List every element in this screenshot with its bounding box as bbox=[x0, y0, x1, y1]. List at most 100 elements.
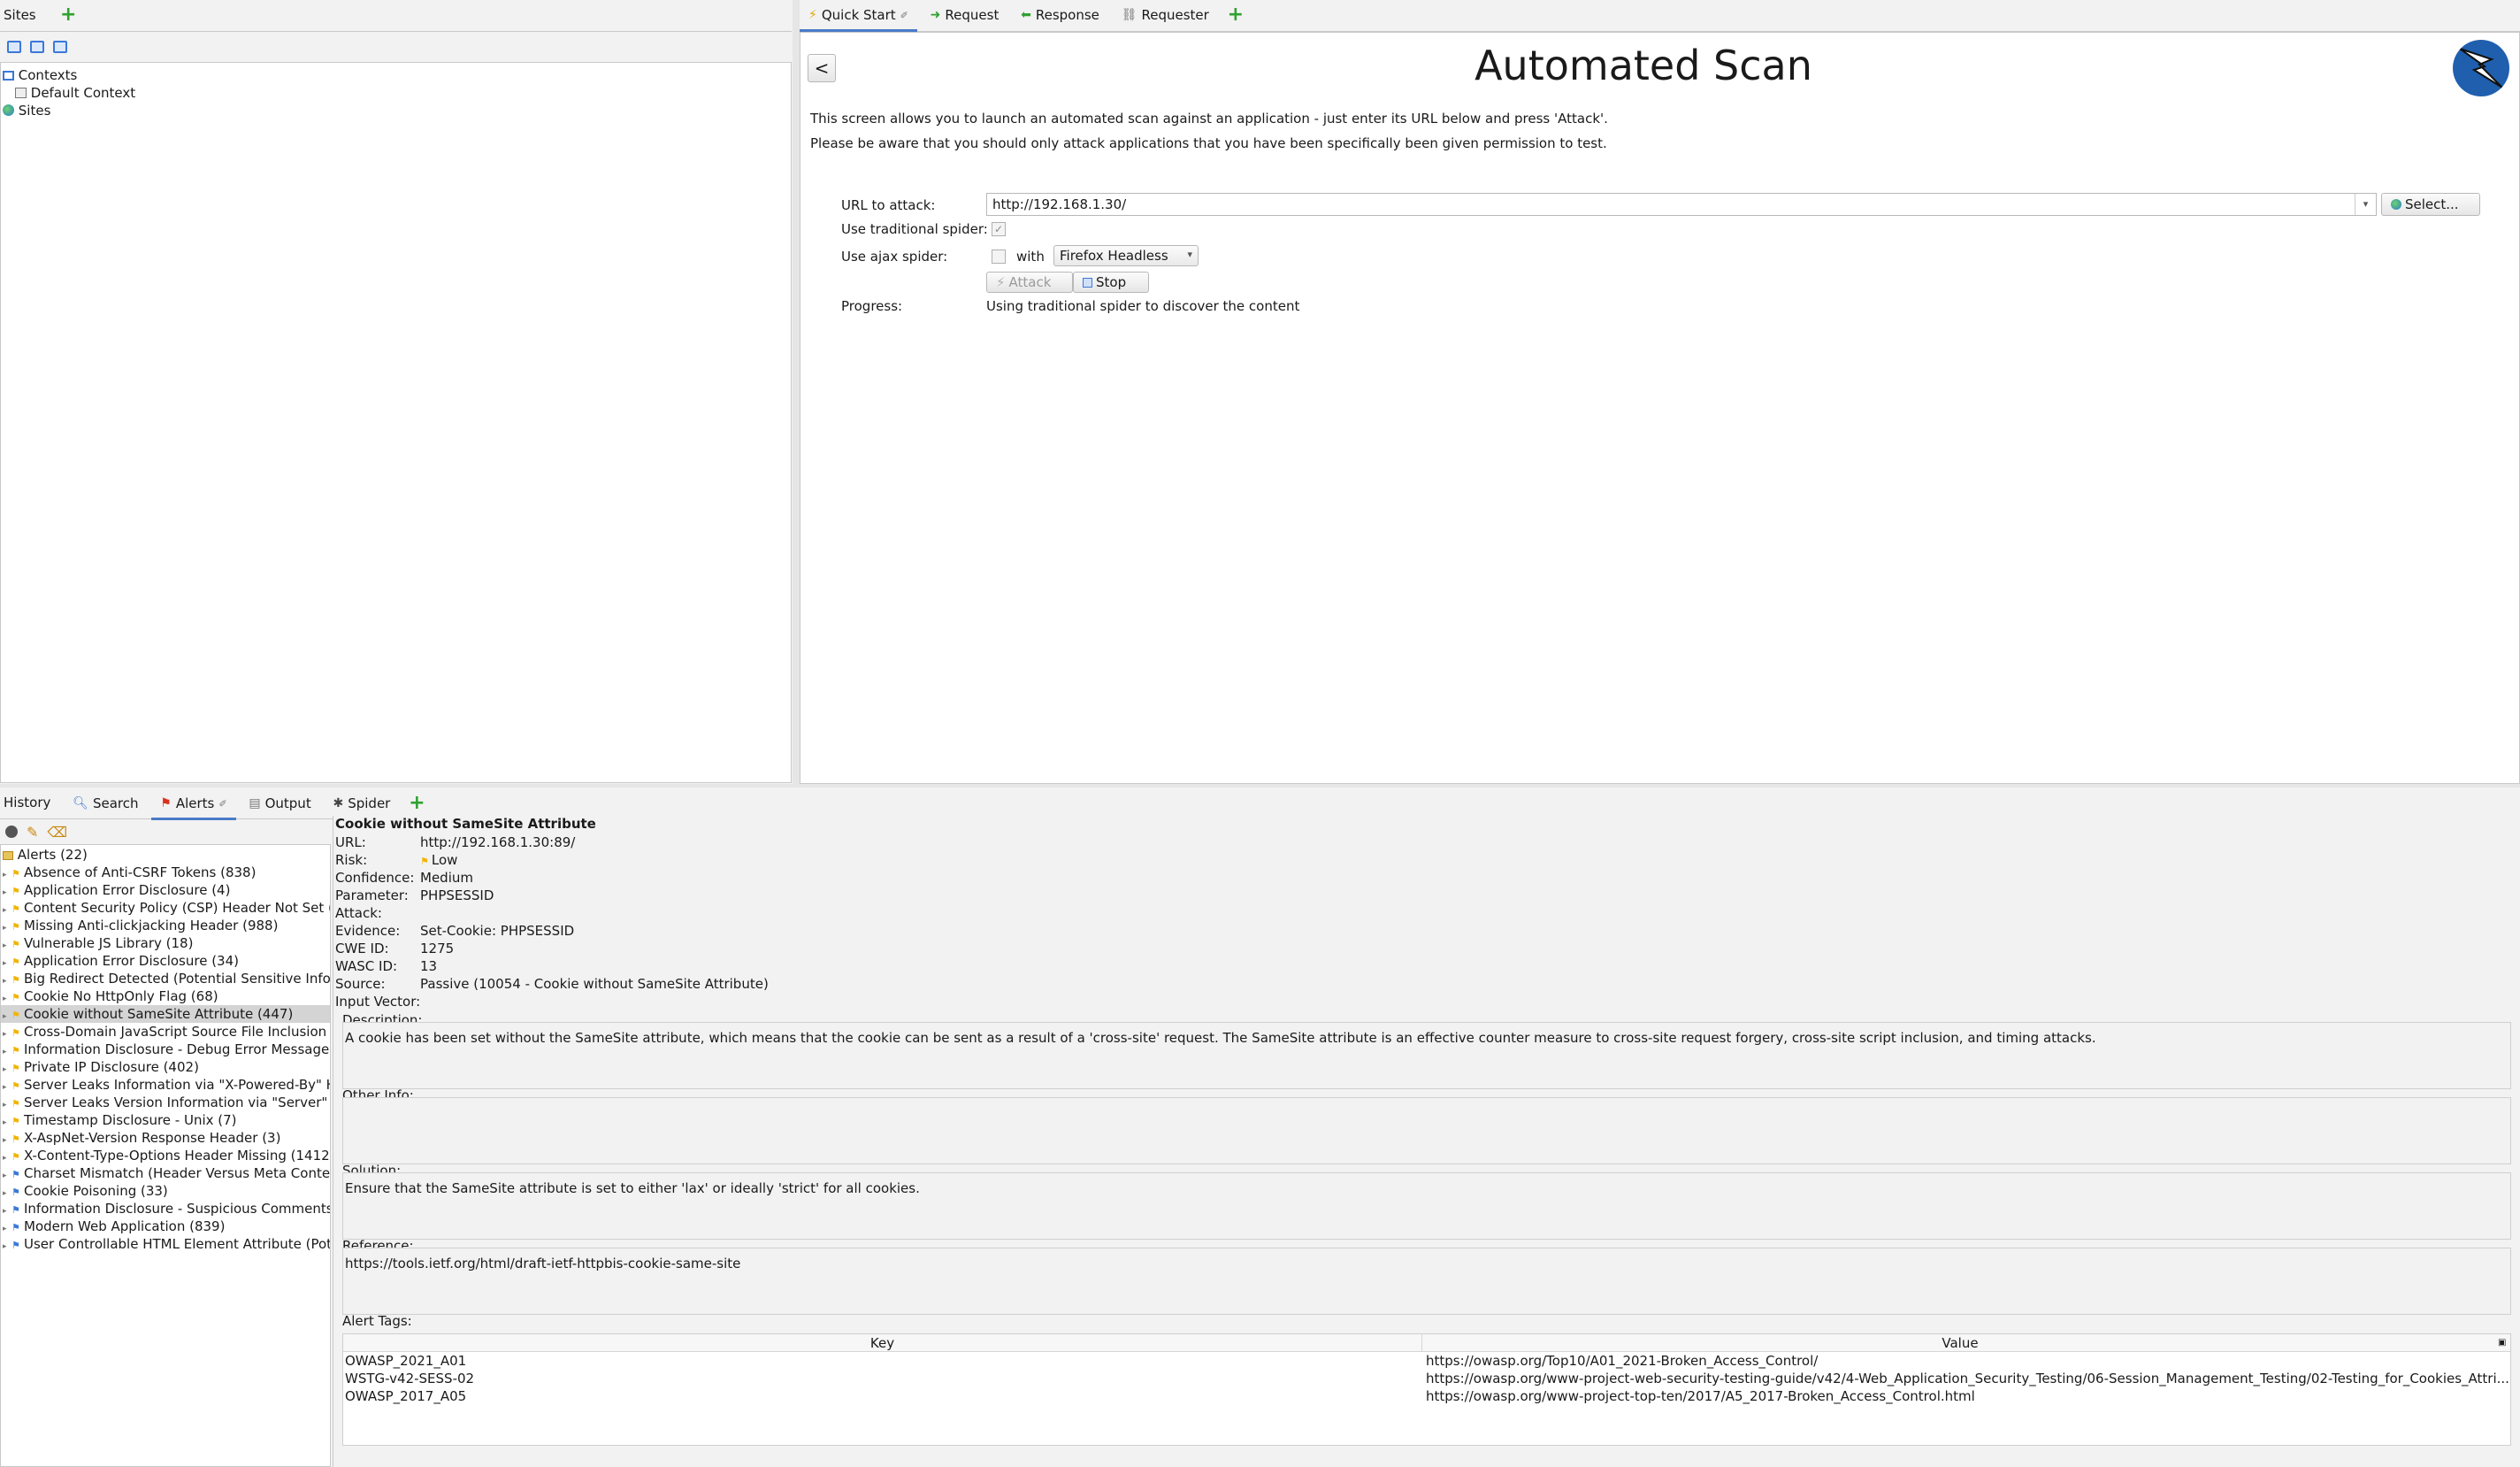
alert-item[interactable]: ▸ ⚑ User Controllable HTML Element Attribu… bbox=[1, 1235, 330, 1253]
alerts-root[interactable]: Alerts (22) bbox=[1, 846, 330, 864]
alert-item[interactable]: ▸ ⚑ Missing Anti-clickjacking Header (988) bbox=[1, 917, 330, 934]
alert-item[interactable]: ▸ ⚑ Private IP Disclosure (402) bbox=[1, 1058, 330, 1076]
tab-history[interactable]: History bbox=[0, 787, 59, 818]
tag-key: OWASP_2017_A05 bbox=[345, 1388, 467, 1404]
url-combo[interactable]: http://192.168.1.30/ ▾ bbox=[986, 193, 2377, 216]
tab-quick-start[interactable]: ⚡ Quick Start ✐ bbox=[800, 2, 917, 32]
tree-contexts[interactable]: Contexts bbox=[3, 66, 791, 84]
expand-icon[interactable]: ▸ bbox=[3, 1185, 11, 1200]
alert-item[interactable]: ▸ ⚑ Content Security Policy (CSP) Header N… bbox=[1, 899, 330, 917]
expand-icon[interactable]: ▸ bbox=[3, 1220, 11, 1235]
expand-icon[interactable]: ▸ bbox=[3, 1043, 11, 1058]
alert-item-label: Absence of Anti-CSRF Tokens (838) bbox=[24, 864, 257, 880]
select-button[interactable]: Select... bbox=[2381, 193, 2480, 216]
expand-icon[interactable]: ▸ bbox=[3, 990, 11, 1005]
low-risk-flag-icon: ⚑ bbox=[11, 1151, 20, 1163]
alert-item[interactable]: ▸ ⚑ X-AspNet-Version Response Header (3) bbox=[1, 1129, 330, 1147]
tab-request[interactable]: ➜ Request bbox=[922, 0, 1008, 30]
expand-icon[interactable]: ▸ bbox=[3, 1132, 11, 1147]
alert-item[interactable]: ▸ ⚑ Vulnerable JS Library (18) bbox=[1, 934, 330, 952]
vertical-splitter[interactable] bbox=[793, 0, 800, 787]
table-row[interactable]: OWASP_2021_A01 https://owasp.org/Top10/A0… bbox=[343, 1352, 2510, 1370]
tree-default-context[interactable]: Default Context bbox=[3, 84, 791, 102]
tab-requester[interactable]: ⛓ Requester bbox=[1113, 0, 1218, 30]
expand-icon[interactable]: ▸ bbox=[3, 1167, 11, 1182]
expand-icon[interactable]: ▸ bbox=[3, 1114, 11, 1129]
alert-item[interactable]: ▸ ⚑ Information Disclosure - Suspicious Co… bbox=[1, 1200, 330, 1217]
alert-item[interactable]: ▸ ⚑ Absence of Anti-CSRF Tokens (838) bbox=[1, 864, 330, 881]
expand-icon[interactable]: ▸ bbox=[3, 937, 11, 952]
expand-icon[interactable]: ▸ bbox=[3, 884, 11, 899]
edit-icon[interactable]: ✎ bbox=[27, 824, 38, 841]
table-row[interactable]: WSTG-v42-SESS-02 https://owasp.org/www-pr… bbox=[343, 1370, 2510, 1387]
alert-item[interactable]: ▸ ⚑ Application Error Disclosure (4) bbox=[1, 881, 330, 899]
traditional-spider-checkbox[interactable]: ✓ bbox=[992, 222, 1006, 236]
tags-header-key[interactable]: Key bbox=[343, 1334, 1422, 1351]
tags-header-value[interactable]: Value bbox=[1422, 1334, 2498, 1351]
expand-icon[interactable]: ▸ bbox=[3, 866, 11, 881]
alert-item[interactable]: ▸ ⚑ Modern Web Application (839) bbox=[1, 1217, 330, 1235]
new-context-icon[interactable] bbox=[7, 41, 21, 53]
chevron-down-icon[interactable]: ▾ bbox=[2355, 194, 2376, 215]
stop-button[interactable]: Stop bbox=[1073, 272, 1149, 293]
expand-icon[interactable]: ▸ bbox=[3, 1025, 11, 1041]
expand-icon[interactable]: ▸ bbox=[3, 1238, 11, 1253]
intro-line-1: This screen allows you to launch an auto… bbox=[810, 111, 1608, 127]
export-context-icon[interactable] bbox=[53, 41, 67, 53]
add-tab-icon[interactable]: + bbox=[1228, 5, 1244, 25]
lightning-icon: ⚡ bbox=[808, 8, 817, 22]
expand-icon[interactable]: ▸ bbox=[3, 1061, 11, 1076]
tab-sites[interactable]: Sites bbox=[0, 0, 45, 30]
low-risk-flag-icon: ⚑ bbox=[11, 1098, 20, 1110]
expand-icon[interactable]: ▸ bbox=[3, 919, 11, 934]
ajax-spider-checkbox[interactable] bbox=[992, 250, 1006, 264]
alert-item-label: User Controllable HTML Element Attribute… bbox=[24, 1236, 330, 1252]
expand-icon[interactable]: ▸ bbox=[3, 1149, 11, 1164]
expand-icon[interactable]: ▸ bbox=[3, 1202, 11, 1217]
tab-search[interactable]: 🔍︎ Search bbox=[64, 788, 147, 818]
expand-icon[interactable]: ▸ bbox=[3, 955, 11, 970]
select-button-label: Select... bbox=[2405, 196, 2459, 212]
alert-item[interactable]: ▸ ⚑ Information Disclosure - Debug Error M… bbox=[1, 1041, 330, 1058]
info-risk-flag-icon: ⚑ bbox=[11, 1240, 20, 1251]
alert-item-label: Charset Mismatch (Header Versus Meta Con… bbox=[24, 1165, 330, 1181]
tab-response[interactable]: ⬅ Response bbox=[1012, 0, 1108, 30]
broom-icon[interactable]: ⌫ bbox=[47, 824, 67, 841]
alert-item[interactable]: ▸ ⚑ Big Redirect Detected (Potential Sensi… bbox=[1, 970, 330, 987]
filter-icon[interactable] bbox=[5, 826, 18, 838]
alert-item[interactable]: ▸ ⚑ X-Content-Type-Options Header Missing … bbox=[1, 1147, 330, 1164]
tab-search-label: Search bbox=[92, 795, 139, 811]
expand-icon[interactable]: ▸ bbox=[3, 1096, 11, 1111]
table-row[interactable]: OWASP_2017_A05 https://owasp.org/www-proj… bbox=[343, 1387, 2510, 1405]
tag-value: https://owasp.org/www-project-web-securi… bbox=[1426, 1371, 2509, 1386]
alert-item[interactable]: ▸ ⚑ Server Leaks Version Information via "… bbox=[1, 1094, 330, 1111]
low-risk-flag-icon: ⚑ bbox=[11, 1133, 20, 1145]
alert-item[interactable]: ▸ ⚑ Application Error Disclosure (34) bbox=[1, 952, 330, 970]
import-context-icon[interactable] bbox=[30, 41, 44, 53]
alert-item[interactable]: ▸ ⚑ Server Leaks Information via "X-Powere… bbox=[1, 1076, 330, 1094]
add-tab-icon[interactable]: + bbox=[409, 794, 425, 813]
alert-item[interactable]: ▸ ⚑ Cross-Domain JavaScript Source File In… bbox=[1, 1023, 330, 1041]
browser-select[interactable]: Firefox Headless ▾ bbox=[1053, 245, 1199, 266]
tree-sites[interactable]: Sites bbox=[3, 102, 791, 119]
alert-item-label: Content Security Policy (CSP) Header Not… bbox=[24, 900, 330, 916]
tab-spider[interactable]: ✱ Spider bbox=[324, 788, 399, 818]
low-risk-flag-icon: ⚑ bbox=[11, 1116, 20, 1127]
add-tab-icon[interactable]: + bbox=[60, 5, 76, 25]
alert-item-label: Big Redirect Detected (Potential Sensiti… bbox=[24, 971, 330, 987]
column-menu-icon[interactable]: ▣ bbox=[2498, 1334, 2510, 1351]
alert-item[interactable]: ▸ ⚑ Cookie Poisoning (33) bbox=[1, 1182, 330, 1200]
expand-icon[interactable]: ▸ bbox=[3, 1079, 11, 1094]
url-input[interactable]: http://192.168.1.30/ bbox=[992, 196, 1126, 212]
alert-item[interactable]: ▸ ⚑ Cookie No HttpOnly Flag (68) bbox=[1, 987, 330, 1005]
expand-icon[interactable]: ▸ bbox=[3, 1008, 11, 1023]
attack-button[interactable]: ⚡ Attack bbox=[986, 272, 1073, 293]
alert-item[interactable]: ▸ ⚑ Timestamp Disclosure - Unix (7) bbox=[1, 1111, 330, 1129]
expand-icon[interactable]: ▸ bbox=[3, 902, 11, 917]
tab-alerts[interactable]: ⚑ Alerts ✐ bbox=[151, 790, 236, 820]
tab-output[interactable]: ▤ Output bbox=[240, 788, 319, 818]
expand-icon[interactable]: ▸ bbox=[3, 972, 11, 987]
alert-item[interactable]: ▸ ⚑ Charset Mismatch (Header Versus Meta C… bbox=[1, 1164, 330, 1182]
alert-item[interactable]: ▸ ⚑ Cookie without SameSite Attribute (447… bbox=[1, 1005, 330, 1023]
solution-text: Ensure that the SameSite attribute is se… bbox=[345, 1180, 920, 1196]
